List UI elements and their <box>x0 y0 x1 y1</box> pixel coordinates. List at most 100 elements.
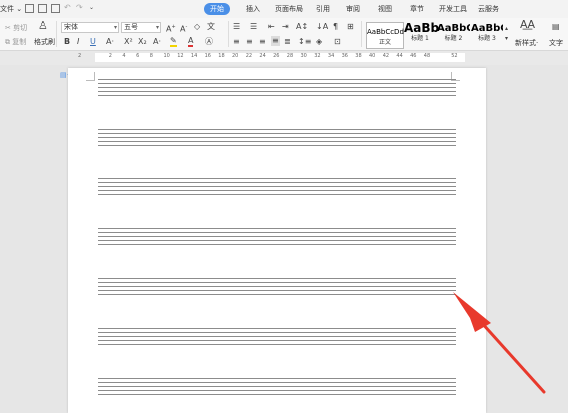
text-style-icon[interactable]: A· <box>153 37 161 47</box>
phonetic-guide-icon[interactable]: 文 <box>207 22 215 32</box>
style-heading-1[interactable]: AaBb 标题 1 <box>404 22 439 47</box>
font-name-value: 宋体 <box>64 23 78 31</box>
style-heading-3[interactable]: AaBbC 标题 3 <box>471 22 503 47</box>
staff-line <box>98 340 456 341</box>
print-preview-icon[interactable] <box>51 4 60 13</box>
table-icon[interactable]: ⊞ <box>347 22 354 32</box>
font-name-select[interactable]: 宋体 ▾ <box>61 22 119 33</box>
tab-page-layout[interactable]: 页面布局 <box>275 3 303 15</box>
file-menu-label: 文件 <box>0 5 14 13</box>
margin-corner-mark <box>86 72 95 81</box>
subscript-icon[interactable]: X₂ <box>138 37 147 47</box>
sort-icon[interactable]: ↓A <box>316 22 328 32</box>
grow-font-icon[interactable]: A+ <box>166 22 176 35</box>
cut-button[interactable]: ✂ 剪切 <box>5 23 27 33</box>
tab-cloud-services[interactable]: 云服务 <box>478 3 499 15</box>
tab-review[interactable]: 审阅 <box>346 3 360 15</box>
bold-button[interactable]: B <box>64 37 70 47</box>
ruler-number: 20 <box>232 53 239 59</box>
staff-line <box>98 232 456 233</box>
underline-button[interactable]: U <box>90 37 96 47</box>
redo-icon[interactable]: ↷ <box>76 3 83 13</box>
staff-line <box>98 282 456 283</box>
align-right-icon[interactable]: ≡ <box>259 37 266 47</box>
align-center-icon[interactable]: ≡ <box>246 37 253 47</box>
show-marks-icon[interactable]: ¶ <box>333 22 338 32</box>
font-size-value: 五号 <box>124 23 138 31</box>
style-normal[interactable]: AaBbCcDd 正文 <box>366 22 404 49</box>
border-icon[interactable]: ⊡ <box>334 37 341 47</box>
strikethrough-icon[interactable]: X² <box>124 37 133 47</box>
menu-bar: 文件 ⌄ ↶ ↷ ⌄ 开始 插入 页面布局 引用 审阅 视图 章节 开发工具 云… <box>0 0 568 18</box>
staff-line <box>98 83 456 84</box>
character-border-icon[interactable]: Ⓐ <box>205 37 213 47</box>
ruler-number: 24 <box>259 53 266 59</box>
customize-chevron-icon[interactable]: ⌄ <box>89 3 94 13</box>
copy-button[interactable]: ⧉ 复制 <box>5 37 26 47</box>
staff-line <box>98 294 456 295</box>
text-tool-icon[interactable]: ▤ <box>552 22 560 32</box>
numbered-list-icon[interactable]: ☰ <box>250 22 257 32</box>
staff-line <box>98 286 456 287</box>
shading-icon[interactable]: ◈ <box>316 37 322 47</box>
text-tool-button[interactable]: 文字 <box>549 38 563 48</box>
undo-icon[interactable]: ↶ <box>64 3 71 13</box>
file-menu[interactable]: 文件 ⌄ <box>0 3 22 15</box>
staff-line <box>98 145 456 146</box>
style-preview: AaBbC <box>471 23 503 34</box>
print-icon[interactable] <box>38 4 47 13</box>
ruler-number: 2 <box>108 53 112 59</box>
staff-line <box>98 178 456 179</box>
copy-label: 复制 <box>12 38 27 46</box>
staff-line <box>98 137 456 138</box>
tab-view[interactable]: 视图 <box>378 3 392 15</box>
horizontal-ruler[interactable]: 2 2 4 6 8 10 12 14 16 18 20 22 24 26 28 30 32 34 36 38 40 42 4… <box>0 51 568 65</box>
ruler-number: 18 <box>218 53 225 59</box>
tab-home[interactable]: 开始 <box>204 3 230 15</box>
bullet-list-icon[interactable]: ☰ <box>233 22 240 32</box>
ribbon-toolbar: ✂ 剪切 ⧉ 复制 ♙ 格式刷 宋体 ▾ 五号 ▾ A+ A- ◇ 文 B I U … <box>0 18 568 51</box>
font-size-select[interactable]: 五号 ▾ <box>121 22 161 33</box>
increase-indent-icon[interactable]: ⇥ <box>282 22 289 32</box>
cut-label: 剪切 <box>13 24 28 32</box>
tab-insert[interactable]: 插入 <box>246 3 260 15</box>
decrease-indent-icon[interactable]: ⇤ <box>268 22 275 32</box>
style-label: 标题 1 <box>411 35 429 42</box>
format-painter-icon[interactable]: ♙ <box>38 20 48 31</box>
line-spacing-icon[interactable]: ↕≡ <box>298 37 311 47</box>
staff-line <box>98 194 456 195</box>
tab-references[interactable]: 引用 <box>316 3 330 15</box>
style-heading-2[interactable]: AaBbC 标题 2 <box>437 22 470 47</box>
shrink-font-icon[interactable]: A- <box>180 22 187 35</box>
ruler-number: 22 <box>245 53 253 59</box>
highlight-icon[interactable]: ✎ <box>170 37 177 47</box>
staff-line <box>98 328 456 329</box>
new-style-button[interactable]: 新样式· <box>515 38 538 48</box>
text-effect-icon[interactable]: A· <box>106 37 114 47</box>
ruler-number: 52 <box>451 53 458 59</box>
styles-more-icon[interactable]: ▴ ▾ <box>505 24 508 44</box>
staff-line <box>98 141 456 142</box>
new-style-icon[interactable]: A͟A <box>520 19 535 30</box>
tab-sections[interactable]: 章节 <box>410 3 424 15</box>
font-color-icon[interactable]: A <box>188 37 194 47</box>
clear-format-icon[interactable]: ◇ <box>194 22 200 32</box>
ruler-number: 14 <box>190 53 198 59</box>
staff-line <box>98 133 456 134</box>
ruler-number: 8 <box>149 53 153 59</box>
align-left-icon[interactable]: ≡ <box>233 37 240 47</box>
save-icon[interactable] <box>25 4 34 13</box>
italic-button[interactable]: I <box>77 37 79 47</box>
justify-icon[interactable]: ≡ <box>271 36 280 46</box>
chinese-layout-icon[interactable]: A↕ <box>296 22 308 32</box>
tab-developer[interactable]: 开发工具 <box>439 3 467 15</box>
style-label: 正文 <box>378 39 391 46</box>
staff-line <box>98 244 456 245</box>
ruler-number: 48 <box>423 53 431 59</box>
format-painter-label[interactable]: 格式刷 <box>34 37 55 47</box>
ribbon-divider <box>56 21 57 47</box>
ruler-number: 44 <box>396 53 403 59</box>
ruler-number: 34 <box>327 53 335 59</box>
distributed-icon[interactable]: ≣ <box>284 37 291 47</box>
ruler-number: 28 <box>286 53 294 59</box>
